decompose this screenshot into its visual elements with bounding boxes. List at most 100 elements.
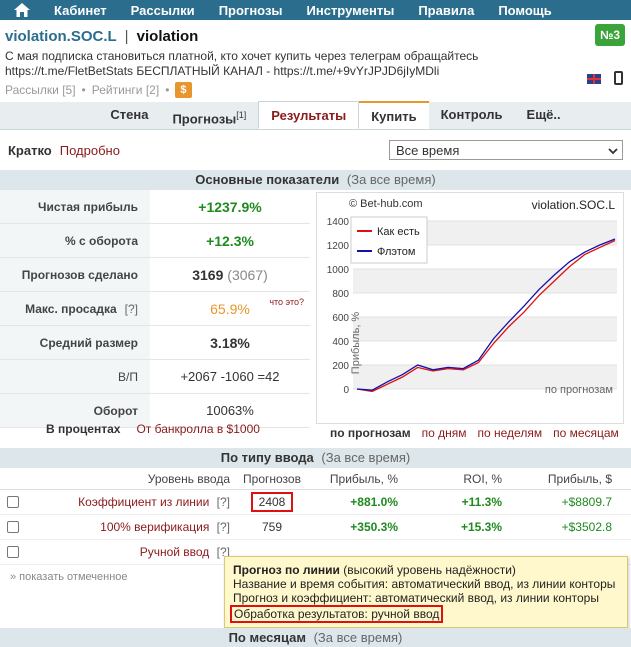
tooltip-line-2: Прогноз и коэффициент: автоматический вв… (233, 591, 599, 605)
tab-buy[interactable]: Купить (359, 101, 429, 129)
chart-by-weeks-link[interactable]: по неделям (478, 426, 543, 440)
stat-value: +1237.9% (198, 198, 262, 215)
drawdown-value: 65.9% (210, 300, 250, 317)
nav-forecasts[interactable]: Прогнозы (207, 3, 295, 18)
stat-label: Прогнозов сделано (0, 258, 150, 291)
stat-win-loss: В/П +2067 -1060 =42 (0, 360, 310, 394)
row-checkbox-cell (0, 521, 26, 533)
dollar-badge[interactable]: $ (175, 82, 192, 98)
level-cell: 100% верификация [?] (26, 520, 236, 534)
col-roi[interactable]: ROI, % (404, 472, 508, 486)
tab-label: Результаты (271, 108, 347, 123)
detailed-view-link[interactable]: Подробно (60, 143, 120, 158)
what-is-it-link[interactable]: что это? (269, 297, 304, 307)
profile-name[interactable]: violation.SOC.L (5, 28, 116, 45)
ratings-link[interactable]: Рейтинги [2] (92, 83, 159, 97)
tab-forecasts[interactable]: Прогнозы[1] (160, 101, 258, 129)
forecasts-count: 3169 (192, 266, 224, 283)
tab-label: Стена (110, 107, 149, 122)
row-checkbox[interactable] (7, 521, 19, 533)
chart-by-months-link[interactable]: по месяцам (553, 426, 619, 440)
level-link[interactable]: Ручной ввод (140, 545, 210, 559)
chart-by-forecasts-link[interactable]: по прогнозам (330, 426, 411, 440)
section-subtitle: (За все время) (313, 630, 403, 645)
bankroll-link[interactable]: От банкролла в $1000 (136, 422, 260, 436)
description-line-2: https://t.me/FletBetStats БЕСПЛАТНЫЙ КАН… (5, 64, 440, 78)
table-row: 100% верификация [?] 759 +350.3% +15.3% … (0, 515, 631, 540)
stat-label: В/П (0, 360, 150, 393)
profit-chart-svg: 0200400600800100012001400 © Bet-hub.com … (327, 198, 617, 396)
tab-label: Купить (371, 109, 417, 124)
rank-badge: №3 (594, 24, 625, 46)
table-row: Коэффициент из линии [?] 2408 +881.0% +1… (0, 490, 631, 515)
level-link[interactable]: Коэффициент из линии (78, 495, 209, 509)
profit-cell: +350.3% (350, 520, 398, 534)
tooltip-title: Прогноз по линии (высокий уровень надёжн… (233, 563, 619, 577)
section-title: Основные показатели (195, 172, 340, 187)
row-checkbox-cell (0, 546, 26, 558)
row-checkbox[interactable] (7, 546, 19, 558)
y-tick-label: 1400 (327, 217, 350, 228)
period-select-value: Все время (396, 142, 460, 158)
nav-subscriptions[interactable]: Рассылки (119, 3, 207, 18)
y-tick-label: 600 (332, 313, 349, 324)
tab-label: Контроль (440, 107, 503, 122)
stat-value: 10063% (206, 403, 254, 418)
count-cell: 2408 (236, 492, 308, 512)
stat-value: 65.9% что это? (150, 297, 310, 317)
profile-description: С мая подписка становиться платной, кто … (5, 49, 565, 79)
col-profit[interactable]: Прибыль, % (308, 472, 404, 486)
drawdown-label: Макс. просадка (25, 301, 117, 316)
meta-dot: • (81, 83, 86, 97)
nav-tools[interactable]: Инструменты (295, 3, 407, 18)
chart-by-days-link[interactable]: по дням (422, 426, 467, 440)
nav-help[interactable]: Помощь (486, 3, 563, 18)
y-tick-label: 400 (332, 337, 349, 348)
tab-label: Ещё.. (526, 107, 561, 122)
tab-wall[interactable]: Стена (98, 101, 160, 129)
nav-rules[interactable]: Правила (406, 3, 486, 18)
y-tick-label: 1000 (327, 265, 350, 276)
drawdown-help[interactable]: [?] (125, 302, 138, 316)
count-highlight: 2408 (250, 492, 294, 512)
period-select[interactable]: Все время (389, 140, 623, 160)
stat-max-drawdown: Макс. просадка [?] 65.9% что это? (0, 292, 310, 326)
row-checkbox[interactable] (7, 496, 19, 508)
stat-turnover-percent: % с оборота +12.3% (0, 224, 310, 258)
short-view-link[interactable]: Кратко (8, 143, 52, 158)
chart-granularity-links: по прогнозам по дням по неделям по месяц… (316, 426, 626, 440)
y-tick-label: 1200 (327, 241, 350, 252)
table-header: Уровень ввода Прогнозов Прибыль, % ROI, … (0, 468, 631, 490)
level-link[interactable]: 100% верификация (100, 520, 209, 534)
chart-grid-band (353, 269, 617, 293)
level-help[interactable]: [?] (217, 495, 230, 509)
description-line-1: С мая подписка становиться платной, кто … (5, 49, 479, 63)
tab-results[interactable]: Результаты (258, 101, 360, 129)
col-profit-usd[interactable]: Прибыль, $ (508, 472, 618, 486)
level-help[interactable]: [?] (217, 520, 230, 534)
subscriptions-link[interactable]: Рассылки [5] (5, 83, 76, 97)
chart-legend: Как есть Флэтом (350, 216, 428, 264)
mobile-icon[interactable] (614, 71, 623, 85)
profile-meta: Рассылки [5] • Рейтинги [2] • $ (5, 82, 626, 98)
home-icon[interactable] (0, 0, 44, 20)
view-filter: Кратко Подробно Все время (0, 130, 631, 170)
tab-control[interactable]: Контроль (429, 101, 515, 129)
tab-more[interactable]: Ещё.. (515, 101, 573, 129)
col-level[interactable]: Уровень ввода (26, 472, 236, 486)
top-navigation: Кабинет Рассылки Прогнозы Инструменты Пр… (0, 0, 631, 20)
level-cell: Коэффициент из линии [?] (26, 495, 236, 509)
input-type-header: По типу ввода (За все время) (0, 448, 631, 468)
profile-title: violation.SOC.L | violation (5, 28, 626, 45)
nav-cabinet[interactable]: Кабинет (44, 3, 119, 18)
section-subtitle: (За все время) (321, 450, 411, 465)
col-count[interactable]: Прогнозов (236, 472, 308, 486)
in-percent-label[interactable]: В процентах (46, 422, 120, 436)
roi-cell: +15.3% (460, 520, 502, 534)
uk-flag-icon[interactable] (587, 74, 601, 84)
stat-forecasts-made: Прогнозов сделано 3169 (3067) (0, 258, 310, 292)
profit-usd-cell: +$8809.7 (561, 495, 612, 509)
stat-value: +12.3% (206, 232, 254, 249)
row-checkbox-cell (0, 496, 26, 508)
stat-net-profit: Чистая прибыль +1237.9% (0, 190, 310, 224)
